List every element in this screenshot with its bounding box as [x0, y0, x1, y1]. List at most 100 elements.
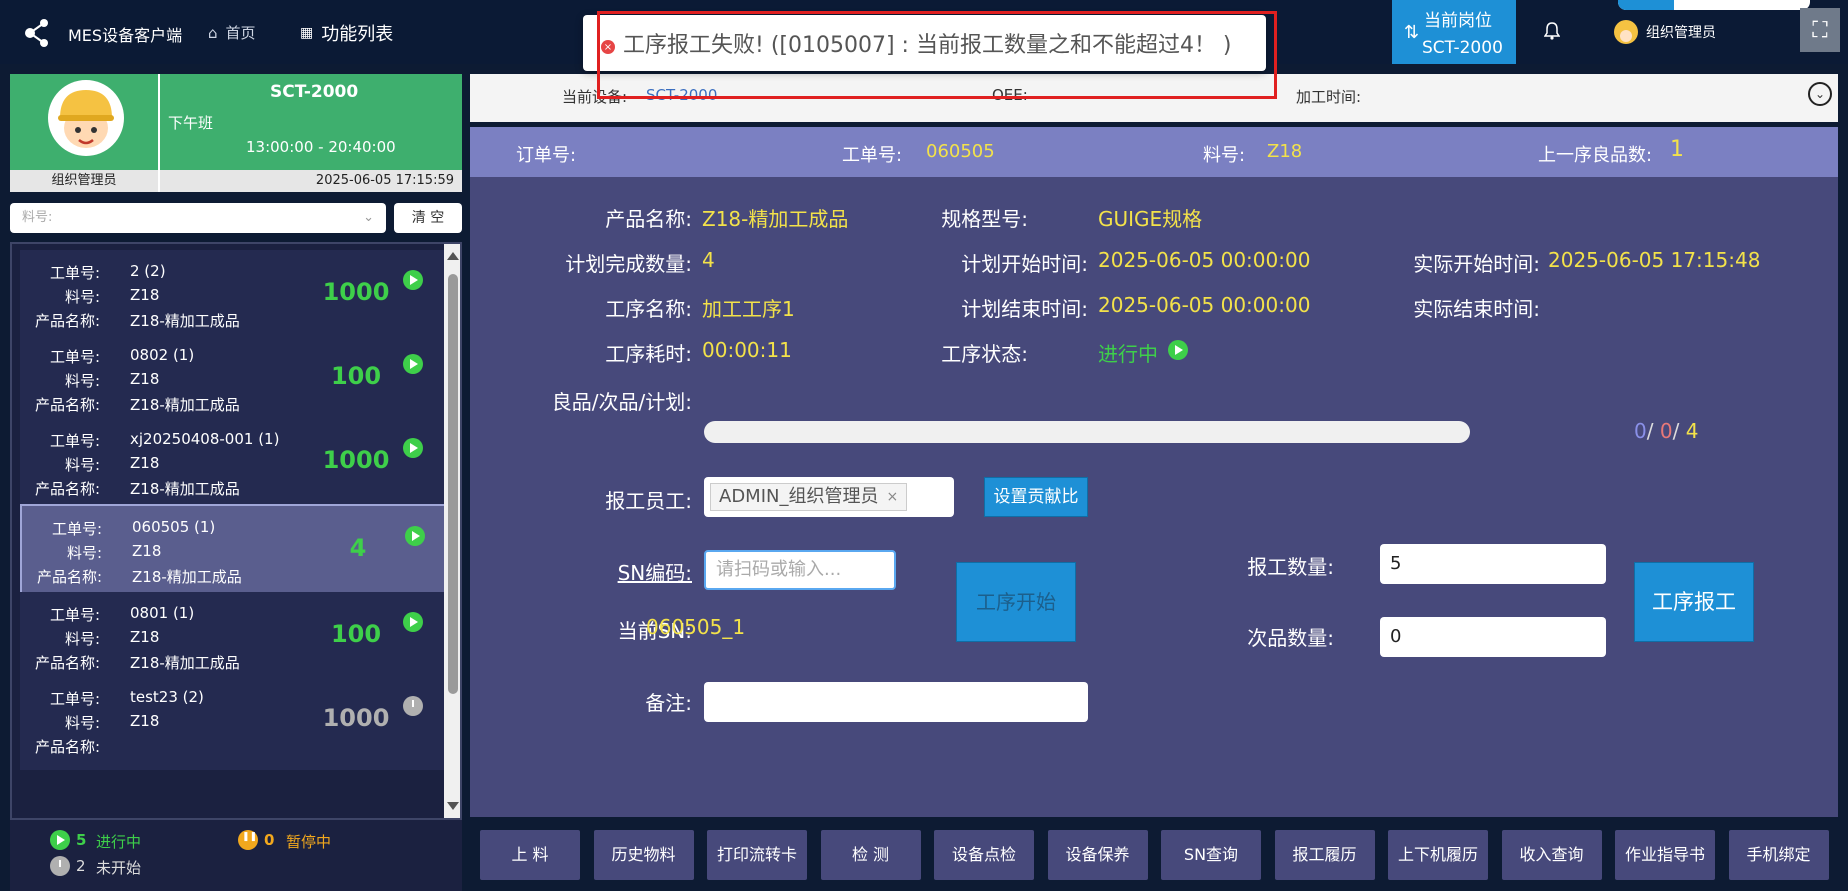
play-icon[interactable]	[403, 612, 423, 632]
progress-bad: 0	[1659, 419, 1673, 443]
card-field-value: Z18-精加工成品	[130, 396, 240, 414]
employee-tag-label: ADMIN_组织管理员	[719, 486, 879, 507]
process-time-label: 加工时间:	[1296, 88, 1362, 106]
footer-button[interactable]: 作业指导书	[1615, 830, 1715, 880]
footer-button[interactable]: 上 料	[480, 830, 580, 880]
spec-label: 规格型号:	[941, 207, 1028, 231]
paused-count: 0	[264, 831, 275, 849]
scroll-down-icon[interactable]	[447, 802, 459, 810]
nav-home[interactable]: ⌂ 首页	[208, 22, 256, 43]
card-field-value: Z18	[130, 286, 160, 304]
not-started-count: 2	[76, 857, 86, 875]
nav-functions[interactable]: ▦ 功能列表	[300, 20, 393, 46]
card-field-value: 2 (2)	[130, 262, 166, 280]
footer-toolbar: 上 料历史物料 打印流转卡检 测设备点检 设备保养 SN查询 报工履历 上下机履历 收入查询…	[470, 821, 1838, 891]
plan-qty-label: 计划完成数量:	[565, 252, 692, 276]
user-menu[interactable]: 组织管理员	[1614, 20, 1716, 44]
card-field-value: Z18-精加工成品	[130, 312, 240, 330]
duration-label: 工序耗时:	[605, 342, 692, 366]
report-process-button[interactable]: 工序报工	[1634, 562, 1754, 642]
process-name: 加工工序1	[702, 297, 795, 321]
footer-button[interactable]: 打印流转卡	[707, 830, 807, 880]
toast-highlight-outline	[597, 11, 1277, 99]
work-order-list[interactable]: 工单号: 2 (2) 料号: Z18 产品名称: Z18-精加工成品 1000 工单号: 080…	[10, 242, 462, 820]
defect-qty-label: 次品数量:	[1247, 626, 1334, 650]
card-field-label: 产品名称:	[34, 312, 100, 330]
work-order-card[interactable]: 工单号: 0802 (1) 料号: Z18 产品名称: Z18-精加工成品 100	[20, 334, 450, 428]
current-post-button[interactable]: ⇅ 当前岗位 SCT-2000	[1392, 0, 1516, 64]
card-field-label: 料号:	[64, 714, 100, 732]
play-icon[interactable]	[403, 438, 423, 458]
card-field-value: 060505 (1)	[132, 518, 216, 536]
card-field-value: Z18	[130, 370, 160, 388]
process-status-label: 工序状态:	[941, 342, 1028, 366]
footer-button[interactable]: 检 测	[820, 830, 921, 880]
card-field-label: 料号:	[64, 630, 100, 648]
defect-qty-input[interactable]: 0	[1380, 617, 1606, 657]
work-order-card[interactable]: 工单号: 0801 (1) 料号: Z18 产品名称: Z18-精加工成品 100	[20, 592, 450, 686]
profile-datetime: 2025-06-05 17:15:59	[315, 173, 454, 188]
remark-input[interactable]	[704, 682, 1088, 722]
play-icon[interactable]	[403, 270, 423, 290]
footer-button[interactable]: 上下机履历	[1388, 830, 1488, 880]
grid-icon: ▦	[300, 25, 314, 41]
prev-good-value: 1	[1670, 137, 1684, 162]
card-field-value: 0802 (1)	[130, 346, 195, 364]
work-order-card[interactable]: 工单号: test23 (2) 料号: Z18 产品名称: 1000	[20, 676, 450, 770]
card-field-value: Z18	[130, 712, 160, 730]
card-field-label: 料号:	[64, 288, 100, 306]
footer-button[interactable]: 设备点检	[934, 830, 1034, 880]
card-field-label: 工单号:	[49, 432, 100, 450]
nav-home-label: 首页	[225, 24, 256, 42]
card-quantity: 1000	[322, 278, 390, 306]
play-icon[interactable]	[405, 526, 425, 546]
work-order-card[interactable]: 工单号: 060505 (1) 料号: Z18 产品名称: Z18-精加工成品 4	[20, 504, 450, 598]
process-name-label: 工序名称:	[605, 297, 692, 321]
plan-start-label: 计划开始时间:	[961, 252, 1088, 276]
footer-button[interactable]: 报工履历	[1274, 830, 1375, 880]
running-label: 进行中	[96, 833, 142, 851]
remove-tag-icon[interactable]: ×	[886, 484, 898, 510]
product-name-label: 产品名称:	[605, 207, 692, 231]
profile-card: SCT-2000 下午班 13:00:00 - 20:40:00 组织管理员 2…	[10, 74, 462, 192]
avatar	[1614, 20, 1638, 44]
footer-button[interactable]: 历史物料	[593, 830, 694, 880]
material-filter-select[interactable]: 料号: ⌄	[10, 203, 386, 233]
scroll-thumb[interactable]	[448, 274, 458, 694]
footer-button[interactable]: 收入查询	[1501, 830, 1602, 880]
work-order-card[interactable]: 工单号: 2 (2) 料号: Z18 产品名称: Z18-精加工成品 1000	[20, 250, 450, 344]
footer-button[interactable]: 设备保养	[1047, 830, 1148, 880]
user-name: 组织管理员	[1646, 25, 1716, 41]
report-qty-input[interactable]: 5	[1380, 544, 1606, 584]
share-logo-icon	[25, 19, 48, 47]
fullscreen-icon[interactable]: ⛶	[1800, 8, 1840, 52]
plan-qty: 4	[702, 248, 715, 272]
card-quantity: 100	[330, 362, 382, 390]
play-icon[interactable]	[403, 354, 423, 374]
plan-end: 2025-06-05 00:00:00	[1098, 293, 1311, 317]
swap-arrows-icon: ⇅	[1404, 22, 1420, 43]
report-qty-label: 报工数量:	[1247, 555, 1334, 579]
employee-select[interactable]: ADMIN_组织管理员 ×	[704, 477, 954, 517]
footer-button[interactable]: 手机绑定	[1728, 830, 1829, 880]
work-order-card[interactable]: 工单号: xj20250408-001 (1) 料号: Z18 产品名称: Z18-精加工…	[20, 418, 450, 512]
card-field-value: xj20250408-001 (1)	[130, 430, 280, 448]
scroll-up-icon[interactable]	[447, 252, 459, 260]
expand-chevron-icon[interactable]: ⌄	[1808, 82, 1832, 106]
material-value: Z18	[1267, 141, 1303, 162]
remark-label: 备注:	[645, 691, 692, 715]
list-scrollbar[interactable]	[444, 244, 460, 818]
set-contribution-button[interactable]: 设置贡献比	[984, 477, 1088, 517]
product-name: Z18-精加工成品	[702, 207, 849, 231]
profile-shift-time: 13:00:00 - 20:40:00	[246, 138, 396, 156]
card-field-label: 料号:	[64, 372, 100, 390]
clock-icon[interactable]	[403, 696, 423, 716]
clear-button[interactable]: 清 空	[394, 203, 462, 233]
start-process-button[interactable]: 工序开始	[956, 562, 1076, 642]
progress-good: 0	[1634, 419, 1647, 443]
sn-input[interactable]: 请扫码或输入...	[704, 550, 896, 590]
bell-icon[interactable]	[1544, 22, 1560, 40]
card-field-label: 工单号:	[51, 520, 102, 538]
card-quantity: 1000	[322, 704, 390, 732]
footer-button[interactable]: SN查询	[1161, 830, 1261, 880]
